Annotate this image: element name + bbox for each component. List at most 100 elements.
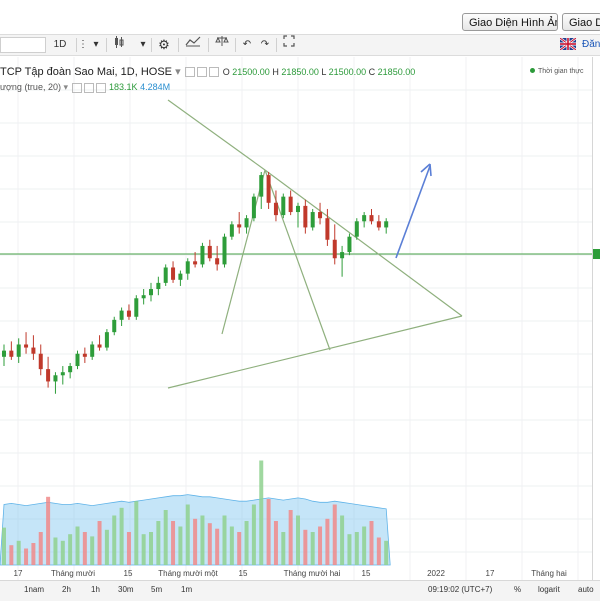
x-tick-label: 2022 xyxy=(427,569,445,578)
toolbar-divider xyxy=(178,38,179,52)
settings-box-icon[interactable] xyxy=(83,82,94,93)
candle-body xyxy=(332,239,337,259)
volume-bar xyxy=(178,526,183,565)
candle-body xyxy=(24,344,29,348)
more-intervals-icon[interactable]: ⋮ xyxy=(78,35,88,55)
hide-icon[interactable] xyxy=(184,67,195,78)
candle-body xyxy=(266,175,271,203)
candle-body xyxy=(303,205,308,228)
triangle-lower-line xyxy=(167,315,463,389)
log-toggle[interactable]: logarit xyxy=(538,585,560,594)
range-button[interactable]: 5m xyxy=(151,585,162,594)
toolbar-divider xyxy=(151,38,152,52)
x-tick-label: 15 xyxy=(362,569,371,578)
volume-bar xyxy=(281,532,286,565)
toolbar-divider xyxy=(235,38,236,52)
settings-box-icon[interactable] xyxy=(196,67,207,78)
hide-icon[interactable] xyxy=(71,82,82,93)
candle-body xyxy=(75,353,80,367)
range-button[interactable]: 2h xyxy=(62,585,71,594)
volume-bar xyxy=(53,537,58,565)
percent-toggle[interactable]: % xyxy=(514,585,521,594)
close-box-icon[interactable] xyxy=(208,67,219,78)
candlestick-icon[interactable] xyxy=(112,35,126,55)
price-chart[interactable]: 17 Tháng mười 15 Tháng mười một 15 Tháng mười… xyxy=(0,57,592,580)
bottom-bar: 1nam 2h 1h 30m 5m 1m 09:19:02 (UTC+7) % … xyxy=(0,580,600,601)
candle-body xyxy=(273,202,278,216)
undo-icon[interactable]: ↶ xyxy=(240,35,254,55)
last-price-marker xyxy=(593,249,600,259)
candle-body xyxy=(68,366,73,373)
candle-body xyxy=(163,267,168,283)
candle-body xyxy=(156,282,161,290)
range-button[interactable]: 1h xyxy=(91,585,100,594)
gear-icon[interactable]: ⚙ xyxy=(156,35,172,55)
range-button[interactable]: 1nam xyxy=(24,585,44,594)
second-view-button[interactable]: Giao Di xyxy=(562,13,600,31)
breakout-arrow-line xyxy=(395,165,431,259)
auto-toggle[interactable]: auto xyxy=(578,585,594,594)
candle-body xyxy=(281,196,286,216)
toolbar-divider xyxy=(208,38,209,52)
candle-body xyxy=(2,350,6,357)
volume-bar xyxy=(156,521,161,565)
volume-bar xyxy=(303,529,308,565)
compare-icon[interactable] xyxy=(214,35,230,55)
interval-select[interactable]: 1D xyxy=(50,35,70,55)
volume-bar xyxy=(24,548,29,565)
volume-bar xyxy=(376,537,381,565)
candle-body xyxy=(347,236,352,253)
range-button[interactable]: 30m xyxy=(118,585,134,594)
chevron-down-icon[interactable]: ▾ xyxy=(90,35,102,55)
volume-bar xyxy=(141,534,146,565)
volume-ma-value: 4.284M xyxy=(140,82,171,92)
language-link[interactable]: Đăn xyxy=(582,39,600,50)
candle-body xyxy=(318,212,323,219)
candle-body xyxy=(90,344,95,357)
chevron-down-icon[interactable]: ▾ xyxy=(63,82,68,92)
price-axis[interactable] xyxy=(592,57,600,580)
top-bar: Giao Diện Hình Ảnh Giao Di xyxy=(0,0,600,34)
candle-body xyxy=(376,221,381,228)
volume-bar xyxy=(318,526,323,565)
volume-bar xyxy=(384,540,389,565)
uk-flag-icon[interactable] xyxy=(560,38,576,50)
symbol-input[interactable] xyxy=(0,37,46,53)
volume-bar xyxy=(68,534,73,565)
volume-bar xyxy=(259,460,264,565)
chevron-down-icon[interactable]: ▾ xyxy=(137,35,149,55)
candle-body xyxy=(259,175,264,197)
candle-body xyxy=(222,236,227,265)
candle-body xyxy=(97,344,102,348)
volume-bar xyxy=(112,515,117,565)
chart-legend: TCP Tập đoàn Sao Mai, 1D, HOSE ▾ O 21500… xyxy=(0,65,415,78)
candle-body xyxy=(244,218,249,228)
volume-value: 183.1K xyxy=(109,82,138,92)
candle-body xyxy=(251,196,256,219)
volume-bar xyxy=(193,518,198,565)
close-box-icon[interactable] xyxy=(95,82,106,93)
candle-body xyxy=(296,205,300,213)
volume-bar xyxy=(97,521,102,565)
volume-bar xyxy=(126,532,131,565)
candle-body xyxy=(126,310,131,317)
volume-bar xyxy=(200,515,205,565)
indicators-icon[interactable] xyxy=(184,35,202,55)
candle-body xyxy=(215,258,220,265)
redo-icon[interactable]: ↷ xyxy=(258,35,272,55)
candle-body xyxy=(112,319,117,333)
volume-bar xyxy=(340,515,345,565)
range-button[interactable]: 1m xyxy=(181,585,192,594)
fullscreen-icon[interactable] xyxy=(281,35,297,55)
volume-bar xyxy=(75,526,80,565)
candle-body xyxy=(185,261,190,274)
chevron-down-icon[interactable]: ▾ xyxy=(175,66,181,78)
image-view-button[interactable]: Giao Diện Hình Ảnh xyxy=(462,13,558,31)
volume-bar xyxy=(90,536,95,565)
volume-legend: ượng (true, 20) ▾ 183.1K 4.284M xyxy=(0,82,170,93)
candle-body xyxy=(288,196,293,213)
candle-body xyxy=(60,372,65,376)
x-tick-label: Tháng mười hai xyxy=(284,569,341,578)
x-tick-label: Tháng hai xyxy=(531,569,567,578)
volume-bar xyxy=(134,501,139,565)
